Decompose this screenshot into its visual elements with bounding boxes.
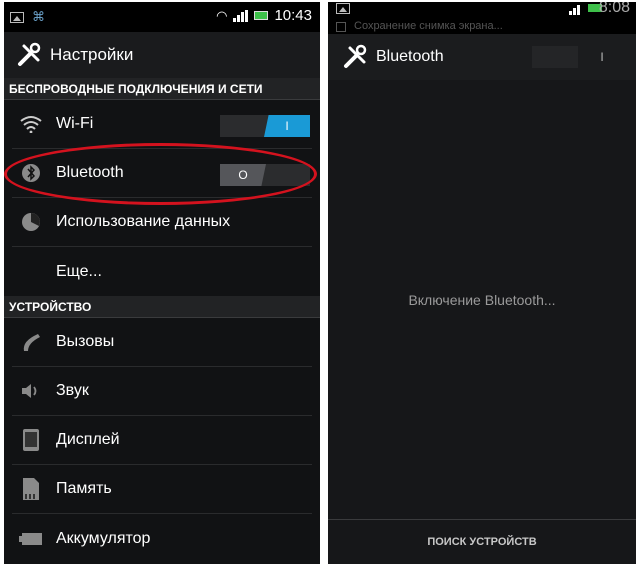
signal-icon: [569, 3, 580, 15]
toggle-knob: O: [220, 164, 266, 186]
data-usage-icon: [16, 207, 46, 237]
bluetooth-toggle[interactable]: O: [220, 164, 310, 186]
settings-screen: ⌘ ◠ 10:43 Настройки БЕСПРОВОДНЫЕ ПОДКЛЮЧ…: [4, 2, 320, 564]
action-bar: Настройки: [4, 32, 320, 78]
action-bar: Bluetooth I: [328, 34, 636, 80]
battery-status-icon: [254, 11, 269, 20]
settings-item-sound[interactable]: Звук: [12, 367, 312, 416]
clock: 10:43: [274, 7, 312, 24]
settings-item-label: Аккумулятор: [56, 529, 151, 547]
wifi-toggle[interactable]: I: [220, 115, 310, 137]
toggle-knob: I: [264, 115, 310, 137]
settings-item-memory[interactable]: Память: [12, 465, 312, 514]
status-bar: Сохранение снимка экрана... 8:08: [328, 2, 636, 34]
section-header-device: УСТРОЙСТВО: [4, 296, 320, 318]
settings-item-calls[interactable]: Вызовы: [12, 318, 312, 367]
clock: 8:08: [598, 2, 630, 16]
notification-checkbox-icon: [336, 22, 346, 32]
settings-tools-icon[interactable]: [342, 44, 368, 70]
settings-item-display[interactable]: Дисплей: [12, 416, 312, 465]
settings-item-battery[interactable]: Аккумулятор: [12, 514, 312, 563]
toggle-knob: I: [578, 46, 626, 68]
phone-icon: [16, 327, 46, 357]
screenshot-notification-text: Сохранение снимка экрана...: [354, 20, 503, 32]
usb-icon: ⌘: [32, 9, 45, 24]
page-title: Bluetooth: [376, 48, 444, 65]
battery-icon: [16, 524, 46, 554]
bluetooth-icon: [16, 158, 46, 188]
settings-item-bluetooth[interactable]: Bluetooth O: [12, 149, 312, 198]
settings-item-label: Память: [56, 480, 112, 497]
search-devices-button[interactable]: ПОИСК УСТРОЙСТВ: [328, 519, 636, 564]
wifi-icon: [16, 109, 46, 139]
display-icon: [16, 425, 46, 455]
image-notification-icon: [10, 11, 24, 23]
settings-item-label: Вызовы: [56, 333, 115, 350]
settings-item-label: Еще...: [56, 262, 102, 280]
settings-item-wifi[interactable]: Wi-Fi I: [12, 100, 312, 149]
settings-item-label: Звук: [56, 382, 89, 399]
settings-item-more[interactable]: Еще...: [12, 247, 312, 296]
status-message: Включение Bluetooth...: [408, 292, 556, 308]
signal-icon: [233, 9, 249, 22]
settings-item-label: Использование данных: [56, 213, 231, 230]
status-bar: ⌘ ◠ 10:43: [4, 2, 320, 32]
memory-card-icon: [16, 474, 46, 504]
speaker-icon: [16, 376, 46, 406]
wifi-status-icon: ◠: [216, 7, 228, 23]
section-header-wireless: БЕСПРОВОДНЫЕ ПОДКЛЮЧЕНИЯ И СЕТИ: [4, 78, 320, 100]
settings-item-label: Дисплей: [56, 431, 120, 448]
bluetooth-toggle[interactable]: I: [532, 46, 626, 68]
bluetooth-screen: Сохранение снимка экрана... 8:08 Bluetoo…: [328, 2, 636, 564]
page-title: Настройки: [50, 45, 134, 64]
settings-tools-icon: [18, 42, 41, 66]
settings-item-data-usage[interactable]: Использование данных: [12, 198, 312, 247]
image-notification-icon: [336, 3, 350, 14]
